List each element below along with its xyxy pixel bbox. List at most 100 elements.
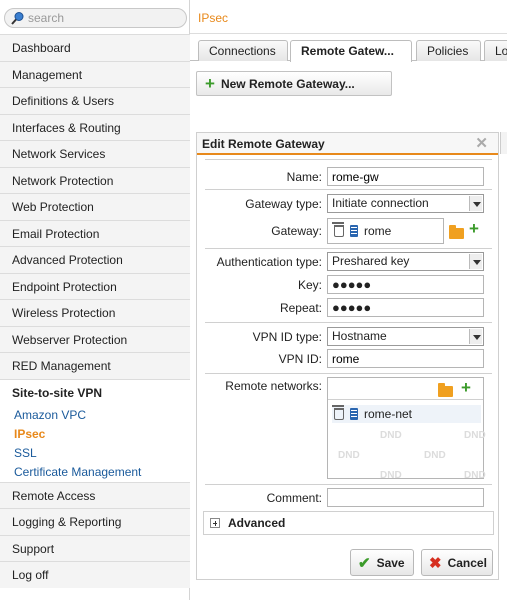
sidebar-item-support[interactable]: Support xyxy=(0,534,190,561)
sidebar-item-email-protection[interactable]: Email Protection xyxy=(0,219,190,246)
dropdown-arrow-icon xyxy=(469,196,482,211)
sidebar-item-site-to-site-vpn[interactable]: Site-to-site VPN xyxy=(0,380,190,406)
sidebar-subitem-ipsec[interactable]: IPsec xyxy=(0,425,190,444)
dnd-watermark: DND xyxy=(380,470,402,481)
header: IPsec xyxy=(190,0,507,34)
dnd-watermark: DND xyxy=(464,470,486,481)
dnd-watermark: DND xyxy=(338,450,360,461)
folder-icon[interactable] xyxy=(438,383,453,397)
sidebar-item-dashboard[interactable]: Dashboard xyxy=(0,34,190,61)
vpn-id-label: VPN ID: xyxy=(278,352,322,366)
tab-remote-gateways[interactable]: Remote Gatew... xyxy=(290,40,412,62)
tab-log[interactable]: Lo xyxy=(484,40,507,61)
expand-icon xyxy=(210,518,220,528)
new-remote-gateway-button[interactable]: + New Remote Gateway... xyxy=(196,71,392,96)
sidebar: Dashboard Management Definitions & Users… xyxy=(0,0,190,600)
folder-icon[interactable] xyxy=(449,225,464,239)
page-title: IPsec xyxy=(198,11,229,25)
checkmark-icon: ✔ xyxy=(358,554,371,572)
name-field[interactable] xyxy=(327,167,484,186)
cross-icon: ✖ xyxy=(429,554,442,572)
repeat-label: Repeat: xyxy=(279,301,322,315)
sidebar-item-interfaces-routing[interactable]: Interfaces & Routing xyxy=(0,113,190,140)
sidebar-item-webserver-protection[interactable]: Webserver Protection xyxy=(0,325,190,352)
search-box[interactable] xyxy=(4,8,187,28)
gateway-label: Gateway: xyxy=(271,224,322,238)
plus-icon: + xyxy=(205,73,215,93)
vpn-id-type-select[interactable]: Hostname xyxy=(327,327,484,346)
tab-bar: Connections Remote Gatew... Policies Lo xyxy=(190,40,507,62)
authentication-type-value: Preshared key xyxy=(332,254,410,268)
save-button[interactable]: ✔ Save xyxy=(350,549,414,576)
vpn-id-type-label: VPN ID type: xyxy=(252,330,322,344)
sidebar-item-log-off[interactable]: Log off xyxy=(0,561,190,588)
sidebar-item-network-protection[interactable]: Network Protection xyxy=(0,166,190,193)
advanced-section-toggle[interactable]: Advanced xyxy=(203,511,494,535)
sidebar-subitem-amazon-vpc[interactable]: Amazon VPC xyxy=(0,406,190,425)
remote-networks-label: Remote networks: xyxy=(225,379,322,393)
authentication-type-select[interactable]: Preshared key xyxy=(327,252,484,271)
cancel-button[interactable]: ✖ Cancel xyxy=(421,549,493,576)
remote-networks-box[interactable]: + rome-net DND DND DND DND DND DND xyxy=(327,377,486,481)
host-object-icon xyxy=(350,225,358,237)
close-icon[interactable]: ✕ xyxy=(475,133,488,155)
gateway-drop-field[interactable]: rome xyxy=(327,218,444,244)
dnd-watermark: DND xyxy=(464,430,486,441)
key-field[interactable]: ●●●●● xyxy=(327,275,484,294)
sidebar-item-endpoint-protection[interactable]: Endpoint Protection xyxy=(0,272,190,299)
gateway-type-label: Gateway type: xyxy=(245,197,322,211)
sidebar-subitem-certificate-management[interactable]: Certificate Management xyxy=(0,463,190,482)
trash-icon[interactable] xyxy=(332,222,344,237)
remote-networks-toolbar: + xyxy=(328,378,483,400)
sidebar-item-management[interactable]: Management xyxy=(0,60,190,87)
divider xyxy=(205,373,492,374)
page: Dashboard Management Definitions & Users… xyxy=(0,0,507,600)
new-remote-gateway-label: New Remote Gateway... xyxy=(220,76,355,91)
search-icon xyxy=(11,12,24,25)
authentication-type-label: Authentication type: xyxy=(216,255,322,269)
sidebar-item-network-services[interactable]: Network Services xyxy=(0,140,190,167)
dialog-title: Edit Remote Gateway xyxy=(202,137,325,151)
sidebar-item-web-protection[interactable]: Web Protection xyxy=(0,193,190,220)
next-panel-edge xyxy=(500,132,507,154)
key-label: Key: xyxy=(297,278,322,292)
add-icon[interactable]: + xyxy=(469,219,479,239)
divider xyxy=(205,322,492,323)
sidebar-section-site-to-site-vpn: Site-to-site VPN Amazon VPC IPsec SSL Ce… xyxy=(0,378,190,482)
sidebar-subitem-ssl[interactable]: SSL xyxy=(0,444,190,463)
dialog-title-bar: Edit Remote Gateway ✕ xyxy=(197,133,498,155)
sidebar-item-logging-reporting[interactable]: Logging & Reporting xyxy=(0,508,190,535)
repeat-key-field[interactable]: ●●●●● xyxy=(327,298,484,317)
divider xyxy=(205,159,492,160)
search-input[interactable] xyxy=(28,11,178,25)
sidebar-item-definitions-users[interactable]: Definitions & Users xyxy=(0,87,190,114)
comment-field[interactable] xyxy=(327,488,484,507)
divider xyxy=(205,248,492,249)
sidebar-item-advanced-protection[interactable]: Advanced Protection xyxy=(0,246,190,273)
vpn-id-field[interactable] xyxy=(327,349,484,368)
trash-icon[interactable] xyxy=(332,405,344,420)
sidebar-item-wireless-protection[interactable]: Wireless Protection xyxy=(0,299,190,326)
network-object-icon xyxy=(350,408,358,420)
gateway-value: rome xyxy=(364,224,392,238)
sidebar-item-remote-access[interactable]: Remote Access xyxy=(0,481,190,508)
dropdown-arrow-icon xyxy=(469,254,482,269)
divider xyxy=(205,189,492,190)
dnd-watermark: DND xyxy=(380,430,402,441)
sidebar-nav: Dashboard Management Definitions & Users… xyxy=(0,34,190,588)
add-icon[interactable]: + xyxy=(461,378,471,398)
divider xyxy=(205,484,492,485)
sidebar-item-red-management[interactable]: RED Management xyxy=(0,352,190,379)
comment-label: Comment: xyxy=(266,491,322,505)
name-label: Name: xyxy=(286,170,322,184)
advanced-label: Advanced xyxy=(228,516,286,530)
dropdown-arrow-icon xyxy=(469,329,482,344)
remote-network-item[interactable]: rome-net xyxy=(332,405,481,423)
cancel-label: Cancel xyxy=(447,555,487,570)
edit-remote-gateway-dialog: Edit Remote Gateway ✕ Name: Gateway type… xyxy=(196,132,499,580)
tab-connections[interactable]: Connections xyxy=(198,40,288,61)
tab-policies[interactable]: Policies xyxy=(416,40,481,61)
vpn-id-type-value: Hostname xyxy=(332,329,387,343)
save-label: Save xyxy=(376,555,405,570)
gateway-type-select[interactable]: Initiate connection xyxy=(327,194,484,213)
